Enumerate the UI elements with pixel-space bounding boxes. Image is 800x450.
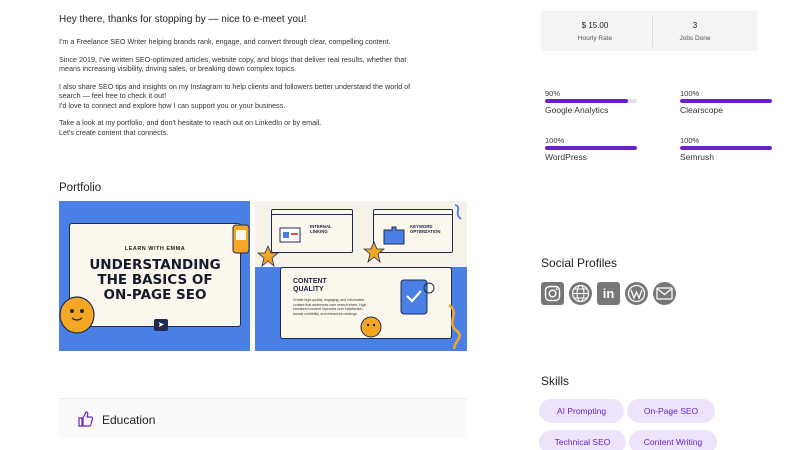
skill-chip[interactable]: AI Prompting bbox=[539, 399, 624, 423]
education-heading: Education bbox=[102, 413, 156, 427]
mini-card-bar bbox=[374, 210, 452, 215]
link-illustration bbox=[279, 227, 301, 243]
content-card-title-line: CONTENT bbox=[293, 278, 327, 285]
intro-line: Take a look at my portfolio, and don't h… bbox=[59, 118, 322, 127]
stats-panel: $ 15.00 Hourly Rate 3 Jobs Done bbox=[541, 11, 757, 51]
intro-greeting: Hey there, thanks for stopping by — nice… bbox=[59, 14, 307, 25]
skill-level-track bbox=[545, 99, 637, 103]
skill-level-name: WordPress bbox=[545, 152, 587, 162]
website-icon[interactable] bbox=[569, 282, 592, 305]
badge-illustration bbox=[232, 224, 250, 254]
intro-line: I'd love to connect and explore how I ca… bbox=[59, 100, 286, 110]
intro-paragraph: Since 2019, I've written SEO-optimized a… bbox=[59, 54, 407, 74]
intro-line: Let's create content that connects. bbox=[59, 127, 169, 137]
skill-level-track bbox=[545, 146, 637, 150]
skill-level-percent: 100% bbox=[680, 136, 700, 145]
skill-level-fill bbox=[680, 99, 772, 103]
jobs-done-label: Jobs Done bbox=[679, 35, 711, 42]
skill-level-percent: 90% bbox=[545, 89, 561, 98]
skills-heading: Skills bbox=[541, 374, 570, 388]
headline-line: THE BASICS OF bbox=[97, 272, 213, 288]
skill-level-percent: 100% bbox=[680, 89, 700, 98]
jobs-done-stat: 3 Jobs Done bbox=[641, 21, 749, 42]
jobs-done-value: 3 bbox=[692, 21, 698, 30]
hourly-rate-label: Hourly Rate bbox=[577, 35, 613, 42]
intro-paragraph: Take a look at my portfolio, and don't h… bbox=[59, 118, 419, 137]
mascot-illustration bbox=[360, 316, 382, 338]
linkedin-icon[interactable]: in bbox=[597, 282, 620, 305]
mini-card-keyword-optimization: KEYWORD OPTIMIZATION bbox=[373, 209, 453, 253]
thumbs-up-icon bbox=[78, 411, 93, 427]
portfolio-item-content-quality[interactable]: INTERNAL LINKING KEYWORD OPTIMIZATION CO… bbox=[255, 201, 467, 351]
hourly-rate-stat: $ 15.00 Hourly Rate bbox=[541, 21, 649, 42]
mini-card-title: KEYWORD OPTIMIZATION bbox=[410, 224, 441, 234]
skill-level-name: Semrush bbox=[680, 152, 715, 162]
content-card-title: CONTENT QUALITY bbox=[293, 278, 327, 294]
globe-glyph bbox=[571, 284, 590, 303]
squiggle-decoration bbox=[448, 303, 461, 349]
skill-level-name: Google Analytics bbox=[545, 105, 609, 115]
intro-section: Hey there, thanks for stopping by — nice… bbox=[59, 14, 419, 145]
instagram-glyph bbox=[544, 285, 561, 302]
skill-level-fill bbox=[545, 146, 637, 150]
skill-level-percent: 100% bbox=[545, 136, 565, 145]
skill-chip[interactable]: Content Writing bbox=[629, 430, 717, 450]
cursor-badge-icon: ➤ bbox=[154, 319, 168, 331]
instagram-icon[interactable] bbox=[541, 282, 564, 305]
intro-line: I also share SEO tips and insights on my… bbox=[59, 81, 411, 101]
social-profiles-heading: Social Profiles bbox=[541, 256, 618, 270]
star-mascot-illustration bbox=[257, 245, 279, 267]
education-section[interactable]: Education bbox=[59, 398, 467, 438]
skill-level-google-analytics: 90% Google Analytics bbox=[545, 89, 637, 115]
skill-level-name: Clearscope bbox=[680, 105, 723, 115]
portfolio-heading: Portfolio bbox=[59, 182, 102, 194]
mascot-illustration bbox=[59, 296, 95, 334]
hourly-rate-value: $ 15.00 bbox=[581, 21, 609, 30]
envelope-glyph bbox=[656, 287, 673, 300]
portfolio-item-onpage-seo[interactable]: LEARN WITH EMMA UNDERSTANDING THE BASICS… bbox=[59, 201, 250, 351]
headline-line: UNDERSTANDING bbox=[89, 257, 221, 273]
skill-level-clearscope: 100% Clearscope bbox=[680, 89, 772, 115]
portfolio-gallery: LEARN WITH EMMA UNDERSTANDING THE BASICS… bbox=[59, 201, 467, 351]
wordpress-icon[interactable] bbox=[625, 282, 648, 305]
intro-paragraph: I'm a Freelance SEO Writer helping brand… bbox=[59, 37, 391, 46]
intro-paragraph: I also share SEO tips and insights on my… bbox=[59, 82, 419, 111]
skill-level-wordpress: 100% WordPress bbox=[545, 136, 637, 162]
skill-level-fill bbox=[545, 99, 628, 103]
skill-level-fill bbox=[680, 146, 772, 150]
squiggle-decoration bbox=[454, 204, 462, 220]
document-check-illustration bbox=[400, 279, 435, 315]
email-icon[interactable] bbox=[653, 282, 676, 305]
linkedin-glyph: in bbox=[602, 286, 615, 301]
wordpress-glyph bbox=[627, 284, 646, 303]
social-icons: in bbox=[541, 282, 676, 305]
skill-level-semrush: 100% Semrush bbox=[680, 136, 772, 162]
skill-chip[interactable]: On-Page SEO bbox=[627, 399, 715, 423]
content-card-title-line: QUALITY bbox=[293, 286, 324, 293]
mini-card-internal-linking: INTERNAL LINKING bbox=[271, 209, 353, 253]
portfolio-card-kicker: LEARN WITH EMMA bbox=[124, 246, 186, 252]
star-mascot-illustration bbox=[363, 241, 385, 263]
content-quality-card: CONTENT QUALITY Create high-quality, eng… bbox=[280, 267, 452, 339]
skill-level-track bbox=[680, 99, 772, 103]
skill-chip[interactable]: Technical SEO bbox=[539, 430, 626, 450]
mini-card-bar bbox=[272, 210, 352, 215]
skill-level-track bbox=[680, 146, 772, 150]
mini-card-title: INTERNAL LINKING bbox=[310, 224, 332, 234]
